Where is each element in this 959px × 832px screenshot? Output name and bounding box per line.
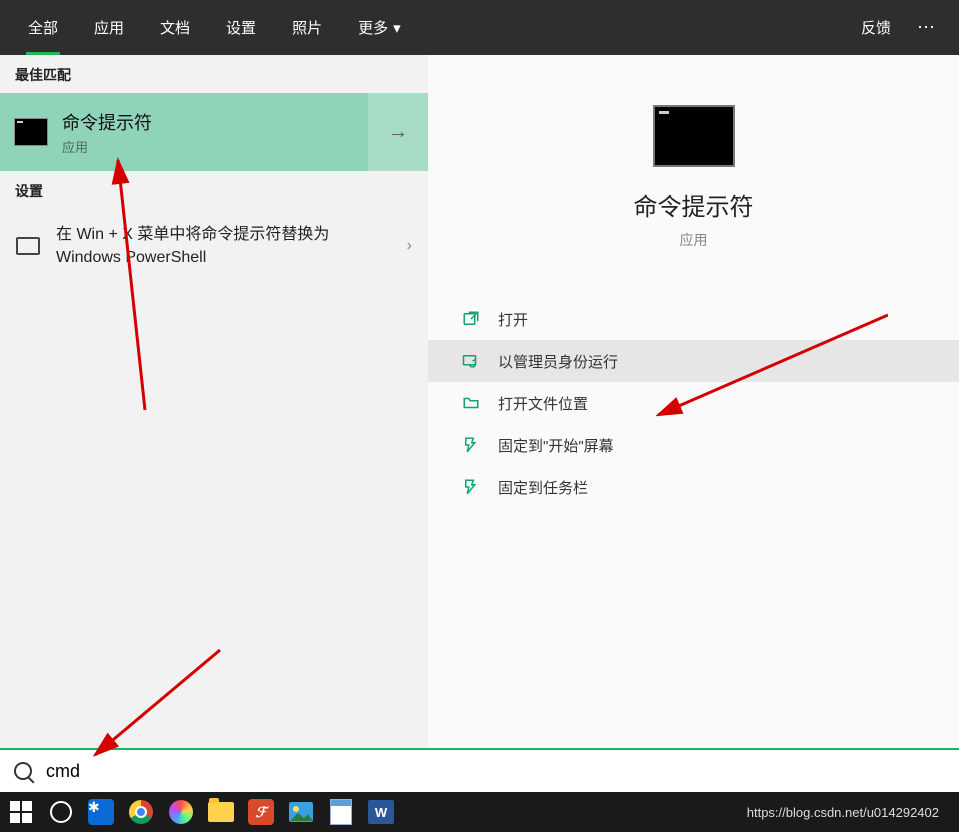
taskbar-app-star[interactable]: ✱ [86, 797, 116, 827]
filter-tabs: 全部 应用 文档 设置 照片 更多 ▾ [10, 0, 419, 55]
search-header: 全部 应用 文档 设置 照片 更多 ▾ 反馈 ⋯ [0, 0, 959, 55]
best-match-subtitle: 应用 [62, 137, 152, 156]
settings-header: 设置 [0, 171, 428, 209]
tab-apps[interactable]: 应用 [76, 0, 142, 55]
chrome-icon [129, 800, 153, 824]
preview-title: 命令提示符 [428, 187, 959, 222]
cortana-button[interactable] [46, 797, 76, 827]
preview-icon-container [428, 105, 959, 167]
tab-more[interactable]: 更多 ▾ [340, 0, 419, 55]
star-app-icon: ✱ [88, 799, 114, 825]
best-match-header: 最佳匹配 [0, 55, 428, 93]
expand-result-button[interactable]: → [368, 93, 428, 171]
chevron-down-icon: ▾ [393, 19, 401, 37]
taskbar-notepad[interactable] [326, 797, 356, 827]
taskbar-picture[interactable] [286, 797, 316, 827]
cortana-icon [50, 801, 72, 823]
folder-taskbar-icon [208, 802, 234, 822]
monitor-icon [16, 237, 40, 255]
action-pin-taskbar[interactable]: 固定到任务栏 [428, 466, 959, 508]
search-body: 最佳匹配 命令提示符 应用 → 设置 在 Win + X 菜单中将命令提示符替换… [0, 55, 959, 748]
pin-icon [462, 436, 480, 454]
word-icon: W [368, 800, 394, 824]
taskbar: ✱ ℱ W https://blog.csdn.net/u014292402 [0, 792, 959, 832]
best-match-text: 命令提示符 应用 [62, 109, 152, 156]
q-app-icon: ℱ [248, 799, 274, 825]
color-ball-icon [169, 800, 193, 824]
taskbar-browser360[interactable] [166, 797, 196, 827]
shield-icon [462, 352, 480, 370]
taskbar-explorer[interactable] [206, 797, 236, 827]
more-options-button[interactable]: ⋯ [905, 17, 949, 38]
folder-icon [462, 394, 480, 412]
tab-settings[interactable]: 设置 [208, 0, 274, 55]
tab-more-label: 更多 [358, 17, 388, 38]
action-pin-taskbar-label: 固定到任务栏 [498, 477, 588, 498]
results-pane: 最佳匹配 命令提示符 应用 → 设置 在 Win + X 菜单中将命令提示符替换… [0, 55, 428, 748]
search-icon [14, 762, 32, 780]
settings-result[interactable]: 在 Win + X 菜单中将命令提示符替换为 Windows PowerShel… [0, 209, 428, 283]
windows-icon [10, 801, 32, 823]
action-pin-start[interactable]: 固定到"开始"屏幕 [428, 424, 959, 466]
open-icon [462, 310, 480, 328]
best-match-title: 命令提示符 [62, 109, 152, 135]
tab-photos[interactable]: 照片 [274, 0, 340, 55]
action-open-label: 打开 [498, 309, 528, 330]
watermark-url: https://blog.csdn.net/u014292402 [747, 805, 953, 820]
pin-taskbar-icon [462, 478, 480, 496]
notepad-icon [330, 799, 352, 825]
action-pin-start-label: 固定到"开始"屏幕 [498, 435, 614, 456]
action-open-location[interactable]: 打开文件位置 [428, 382, 959, 424]
feedback-button[interactable]: 反馈 [847, 17, 905, 38]
taskbar-chrome[interactable] [126, 797, 156, 827]
preview-subtitle: 应用 [428, 230, 959, 250]
cmd-icon [14, 118, 48, 146]
search-input[interactable] [46, 761, 945, 782]
action-run-admin-label: 以管理员身份运行 [498, 351, 618, 372]
action-open-location-label: 打开文件位置 [498, 393, 588, 414]
settings-item-text: 在 Win + X 菜单中将命令提示符替换为 Windows PowerShel… [56, 223, 391, 269]
action-open[interactable]: 打开 [428, 298, 959, 340]
best-match-result[interactable]: 命令提示符 应用 [0, 93, 368, 171]
best-match-row: 命令提示符 应用 → [0, 93, 428, 171]
tab-all[interactable]: 全部 [10, 0, 76, 55]
chevron-right-icon: › [407, 237, 412, 255]
picture-icon [288, 801, 314, 823]
taskbar-word[interactable]: W [366, 797, 396, 827]
taskbar-app-q[interactable]: ℱ [246, 797, 276, 827]
search-bar [0, 748, 959, 792]
tab-documents[interactable]: 文档 [142, 0, 208, 55]
action-list: 打开 以管理员身份运行 打开文件位置 [428, 298, 959, 508]
action-run-admin[interactable]: 以管理员身份运行 [428, 340, 959, 382]
start-button[interactable] [6, 797, 36, 827]
preview-pane: 命令提示符 应用 打开 以管理员身份运行 [428, 55, 959, 748]
arrow-right-icon: → [388, 121, 408, 144]
cmd-large-icon [653, 105, 735, 167]
